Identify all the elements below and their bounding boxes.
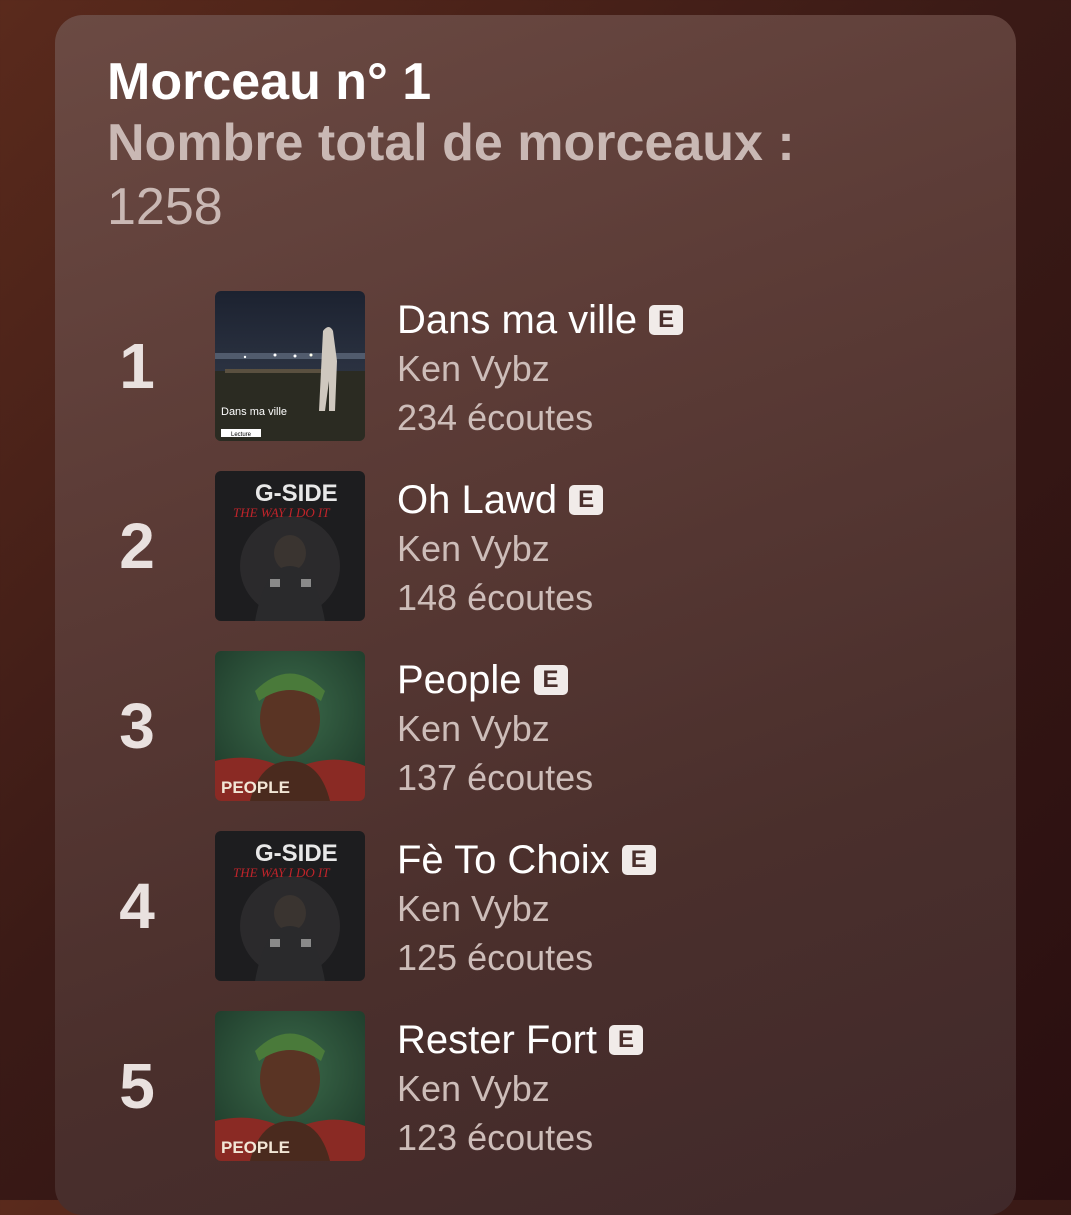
- track-title-text: Rester Fort: [397, 1018, 598, 1062]
- track-rank: 1: [119, 330, 155, 402]
- track-title-text: Oh Lawd: [397, 478, 558, 522]
- album-cover-people-icon[interactable]: PEOPLE: [215, 1011, 365, 1161]
- track-info: Rester Fort E Ken Vybz 123 écoutes: [397, 1015, 644, 1163]
- cover-button-text: Lecture: [231, 432, 252, 438]
- track-info: Oh Lawd E Ken Vybz 148 écoutes: [397, 475, 604, 623]
- album-cover-gside-icon[interactable]: G-SIDE THE WAY I DO IT: [215, 831, 365, 981]
- track-artist[interactable]: Ken Vybz: [397, 1065, 643, 1113]
- cover-subtext: THE WAY I DO IT: [233, 865, 330, 880]
- track-title-text: Fè To Choix: [397, 838, 610, 882]
- track-artist[interactable]: Ken Vybz: [397, 525, 603, 573]
- track-title[interactable]: Dans ma ville E: [397, 295, 684, 345]
- track-rank: 4: [119, 870, 155, 942]
- track-plays: 125 écoutes: [397, 937, 594, 978]
- track-info: Dans ma ville E Ken Vybz 234 écoutes: [397, 295, 684, 443]
- track-plays: 137 écoutes: [397, 757, 594, 798]
- track-row[interactable]: 3 PEOPLE People E Ken Vybz 137 écoutes: [55, 651, 1016, 831]
- cover-subtext: THE WAY I DO IT: [233, 505, 330, 520]
- track-title[interactable]: People E: [397, 655, 593, 705]
- track-row[interactable]: 5 PEOPLE Rester Fort E Ken Vybz 123 écou…: [55, 1011, 1016, 1191]
- track-rank: 2: [119, 510, 155, 582]
- total-tracks-count: 1258: [107, 178, 223, 236]
- cover-text: G-SIDE: [255, 840, 338, 867]
- explicit-icon: E: [609, 1025, 644, 1055]
- explicit-icon: E: [649, 305, 684, 335]
- track-info: Fè To Choix E Ken Vybz 125 écoutes: [397, 835, 656, 983]
- track-artist[interactable]: Ken Vybz: [397, 885, 656, 933]
- cover-text: PEOPLE: [221, 778, 290, 797]
- explicit-icon: E: [621, 845, 656, 875]
- track-list: 1 Dans ma ville Lecture Dans ma ville E …: [55, 291, 1016, 1191]
- track-title[interactable]: Fè To Choix E: [397, 835, 656, 885]
- track-artist[interactable]: Ken Vybz: [397, 345, 683, 393]
- track-rank: 3: [119, 690, 155, 762]
- card-title: Morceau n° 1: [107, 53, 432, 111]
- track-rank: 5: [119, 1050, 155, 1122]
- cover-text: Dans ma ville: [221, 406, 287, 418]
- album-cover-people-icon[interactable]: PEOPLE: [215, 651, 365, 801]
- explicit-icon: E: [569, 485, 604, 515]
- track-plays: 148 écoutes: [397, 577, 594, 618]
- track-title-text: People: [397, 658, 522, 702]
- track-row[interactable]: 1 Dans ma ville Lecture Dans ma ville E …: [55, 291, 1016, 471]
- track-artist[interactable]: Ken Vybz: [397, 705, 593, 753]
- track-title[interactable]: Rester Fort E: [397, 1015, 644, 1065]
- card-header: Morceau n° 1 Nombre total de morceaux : …: [107, 53, 967, 239]
- explicit-icon: E: [533, 665, 568, 695]
- cover-text: G-SIDE: [255, 480, 338, 507]
- track-info: People E Ken Vybz 137 écoutes: [397, 655, 593, 803]
- track-plays: 123 écoutes: [397, 1117, 594, 1158]
- track-row[interactable]: 2 G-SIDE THE WAY I DO IT Oh Lawd E Ken V…: [55, 471, 1016, 651]
- track-plays: 234 écoutes: [397, 397, 594, 438]
- track-row[interactable]: 4 G-SIDE THE WAY I DO IT Fè To Choix E K…: [55, 831, 1016, 1011]
- card-subtitle: Nombre total de morceaux :: [107, 114, 795, 172]
- cover-text: PEOPLE: [221, 1138, 290, 1157]
- track-title-text: Dans ma ville: [397, 298, 638, 342]
- album-cover-gside-icon[interactable]: G-SIDE THE WAY I DO IT: [215, 471, 365, 621]
- album-cover-night-city-icon[interactable]: Dans ma ville Lecture: [215, 291, 365, 441]
- track-title[interactable]: Oh Lawd E: [397, 475, 604, 525]
- top-tracks-card: Morceau n° 1 Nombre total de morceaux : …: [55, 15, 1016, 1215]
